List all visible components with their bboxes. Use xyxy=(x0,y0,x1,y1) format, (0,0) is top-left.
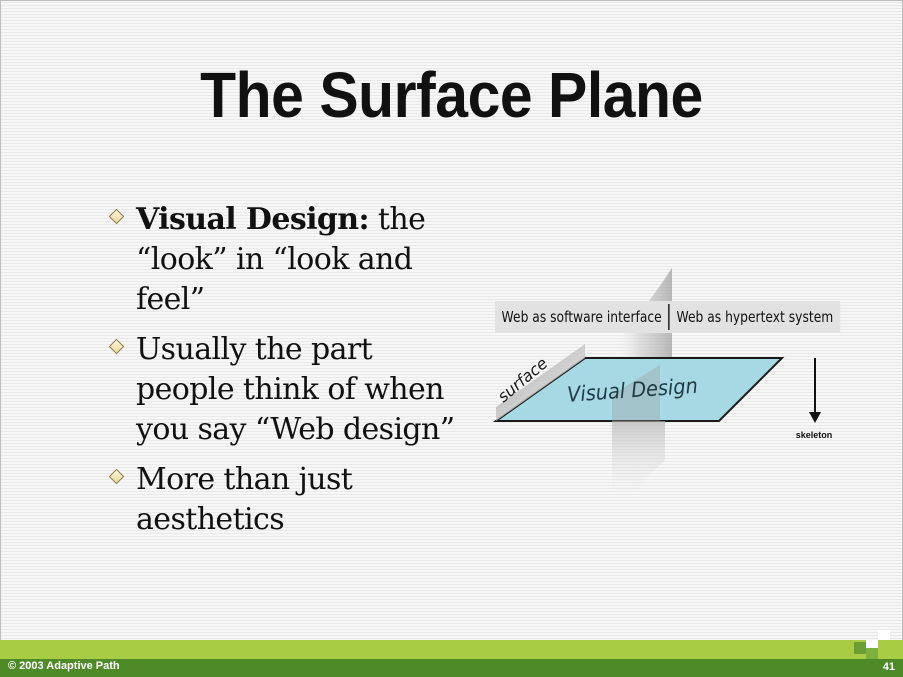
skeleton-arrowhead-icon xyxy=(809,412,821,423)
bullet-item: Visual Design: the “look” in “look and f… xyxy=(108,200,468,320)
slide-title: The Surface Plane xyxy=(200,59,703,131)
footer-decor-square xyxy=(866,648,878,659)
skeleton-label: skeleton xyxy=(796,430,833,440)
footer-bar: © 2003 Adaptive Path 41 xyxy=(0,630,903,677)
bullet-text: More than just aesthetics xyxy=(136,462,353,537)
footer-light-band xyxy=(0,640,903,659)
vertical-plane-lower xyxy=(612,421,665,512)
footer-decor-square xyxy=(866,640,878,648)
bullet-text: Usually the part people think of when yo… xyxy=(136,332,455,447)
footer-decor-square xyxy=(878,630,890,640)
bullet-bold-text: Visual Design: xyxy=(136,202,370,237)
diamond-bullet-icon xyxy=(108,208,125,225)
right-axis-label: Web as hypertext system xyxy=(676,308,834,326)
diamond-bullet-icon xyxy=(108,338,125,355)
page-number: 41 xyxy=(882,661,895,673)
diamond-bullet-icon xyxy=(108,468,125,485)
bullet-list: Visual Design: the “look” in “look and f… xyxy=(108,200,468,550)
bullet-item: More than just aesthetics xyxy=(108,460,468,540)
left-axis-label: Web as software interface xyxy=(501,308,662,326)
plane-axis-labels: Web as software interface Web as hyperte… xyxy=(495,301,840,333)
footer-decor-square xyxy=(854,642,866,654)
bullet-item: Usually the part people think of when yo… xyxy=(108,330,468,450)
footer-dark-band xyxy=(0,659,903,677)
copyright-text: © 2003 Adaptive Path xyxy=(8,660,120,672)
